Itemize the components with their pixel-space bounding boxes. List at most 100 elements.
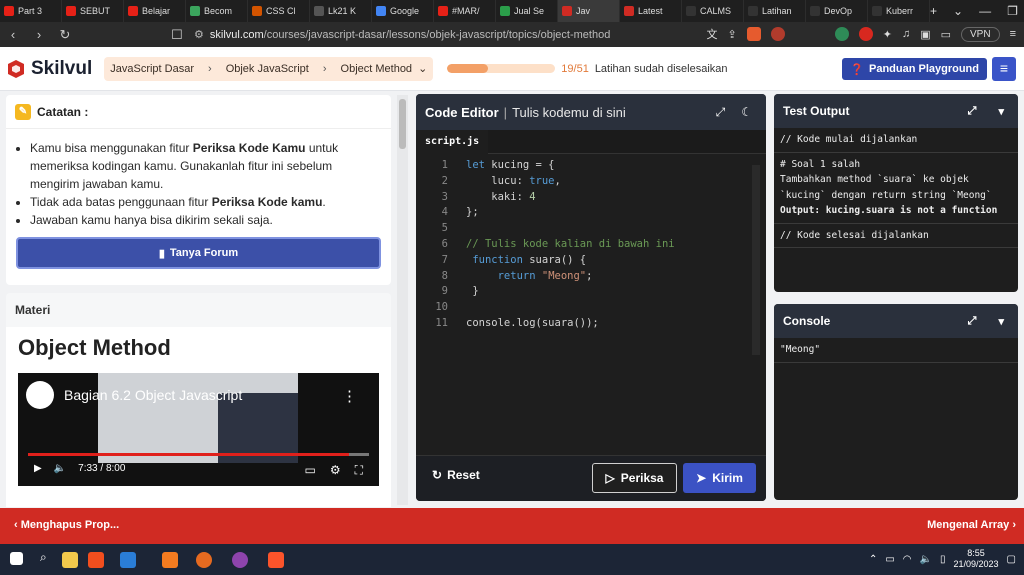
browser-tab[interactable]: Google [372,0,434,22]
settings-icon[interactable]: ⚙ [330,463,341,478]
browser-tab[interactable]: SEBUT [62,0,124,22]
expand-icon[interactable]: ⤢ [716,105,726,120]
materi-label: Materi [15,303,51,317]
wifi-icon[interactable]: ◠ [903,554,912,565]
next-topic-button[interactable]: Mengenal Array › [927,519,1016,531]
browser-tab[interactable]: Kuberr [868,0,930,22]
reload-icon[interactable]: ↻ [52,27,78,43]
music-icon[interactable]: ♫ [902,28,910,40]
panduan-playground-button[interactable]: ❓ Panduan Playground [842,58,987,80]
rewards-icon[interactable] [770,27,785,41]
browser-tab[interactable]: #MAR/ [434,0,496,22]
vpn-button[interactable]: VPN [961,26,1000,42]
code-area[interactable]: 1 let kucing = { 2 lucu: true, 3 kaki: 4 … [416,154,766,332]
browser-tab[interactable]: CALMS [682,0,744,22]
new-tab-icon[interactable]: + [930,4,937,18]
clock[interactable]: 8:55 21/09/2023 [954,548,999,570]
chevron-up-icon[interactable]: ⌃ [869,554,877,565]
app-icon[interactable] [232,552,248,568]
translate-icon[interactable]: 文 [707,26,718,42]
notes-card: ✎ Catatan : Kamu bisa menggunakan fitur … [6,95,391,285]
browser-tab[interactable]: Becom [186,0,248,22]
tab-label: CALMS [700,6,732,16]
back-icon[interactable]: ‹ [0,27,26,42]
file-explorer-icon[interactable] [62,552,78,568]
file-tab-script[interactable]: script.js [416,130,489,154]
periksa-button[interactable]: ▷ Periksa [592,463,677,493]
bookmark-icon[interactable]: ☐ [164,27,190,43]
expand-icon[interactable]: ⤢ [968,315,977,328]
network-icon[interactable]: ▭ [885,554,894,565]
previous-topic-button[interactable]: ‹ Menghapus Prop... [14,519,119,531]
browser-tab[interactable]: Latest [620,0,682,22]
breadcrumb: JavaScript Dasar › Objek JavaScript › Ob… [104,56,434,81]
browser-tab[interactable]: Part 3 [0,0,62,22]
browser-tab[interactable]: DevOp [806,0,868,22]
brave-icon[interactable] [268,552,284,568]
xampp-icon[interactable] [162,552,178,568]
restore-icon[interactable]: ❐ [1007,4,1018,18]
code-editor-header: Code Editor | Tulis kodemu di sini ⤢ ☾ [416,94,766,130]
chevron-down-icon[interactable]: ▾ [998,105,1004,118]
wallet-icon[interactable]: ▭ [941,28,951,41]
browser-tab[interactable]: Jual Se [496,0,558,22]
note-item: Tidak ada batas penggunaan fitur Periksa… [30,193,381,211]
browser-tab[interactable]: Jav [558,0,620,22]
windows-start-icon[interactable] [10,552,23,565]
tab-search-icon[interactable]: ⌄ [953,4,963,18]
chevron-down-icon[interactable]: ⌄ [418,62,427,75]
video-title[interactable]: Bagian 6.2 Object Javascript [64,387,242,403]
extension-icon[interactable] [834,27,849,41]
video-player[interactable]: Bagian 6.2 Object Javascript ⋮ ▶ 🔈 7:33 … [18,373,379,486]
brave-shield-icon[interactable] [746,27,761,41]
notification-icon[interactable]: ▢ [1007,554,1016,565]
figma-icon[interactable] [88,552,104,568]
vscode-icon[interactable] [120,552,136,568]
search-icon[interactable]: ⌕ [40,550,56,566]
video-progress-bar[interactable] [28,453,369,456]
battery-icon[interactable]: ▯ [940,554,946,565]
lesson-scrollbar[interactable] [397,95,408,505]
menu-icon[interactable]: ≡ [1010,28,1016,40]
output-end: // Kode selesai dijalankan [774,224,1018,248]
chevron-down-icon[interactable]: ▾ [998,315,1004,328]
tab-favicon-icon [686,6,696,16]
site-info-icon[interactable]: ⚙ [194,28,204,41]
play-icon[interactable]: ▶ [34,463,42,474]
channel-avatar[interactable] [26,381,54,409]
expand-icon[interactable]: ⤢ [968,105,977,118]
reset-button[interactable]: ↻ Reset [432,468,480,482]
editor-scrollbar[interactable] [752,165,760,355]
share-icon[interactable]: ⇪ [728,28,737,41]
breadcrumb-course[interactable]: JavaScript Dasar [110,63,194,75]
skilvul-logo[interactable]: Skilvul [6,58,92,80]
dark-mode-icon[interactable]: ☾ [741,105,752,120]
browser-tab[interactable]: Belajar [124,0,186,22]
tab-label: Becom [204,6,233,16]
sidebar-icon[interactable]: ▣ [920,28,930,41]
hamburger-menu-button[interactable]: ≡ [992,57,1016,81]
app-header: Skilvul JavaScript Dasar › Objek JavaScr… [0,47,1024,91]
puzzle-icon[interactable]: ✦ [883,28,892,41]
breadcrumb-topic[interactable]: Object Method [341,63,413,75]
browser-tab[interactable]: Lk21 K [310,0,372,22]
adblock-icon[interactable] [858,27,873,41]
browser-tab[interactable]: CSS Cl [248,0,310,22]
more-options-icon[interactable]: ⋮ [342,387,357,405]
tanya-forum-button[interactable]: ▮ Tanya Forum [16,237,381,269]
forward-icon[interactable]: › [26,27,52,42]
breadcrumb-lesson[interactable]: Objek JavaScript [226,63,309,75]
captions-icon[interactable]: ▭ [304,463,315,478]
tab-label: Latihan [762,6,792,16]
browser-tab-strip: Part 3 SEBUT Belajar Becom CSS Cl Lk21 K Googl… [0,0,1024,22]
fullscreen-icon[interactable]: ⛶ [355,463,363,478]
volume-icon[interactable]: 🔈 [54,463,66,474]
chevron-right-icon: › [322,62,327,75]
volume-icon[interactable]: 🔈 [920,554,932,565]
url-field[interactable]: ⚙ skilvul.com /courses/javascript-dasar/… [194,28,610,42]
firefox-icon[interactable] [196,552,212,568]
minimize-icon[interactable]: — [979,4,991,18]
tab-label: #MAR/ [452,6,480,16]
kirim-button[interactable]: ➤ Kirim [683,463,756,493]
browser-tab[interactable]: Latihan [744,0,806,22]
